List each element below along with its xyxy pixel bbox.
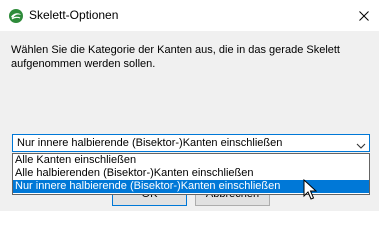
dropdown-option-all-edges[interactable]: Alle Kanten einschließen [13, 154, 369, 167]
select-value: Nur innere halbierende (Bisektor-)Kanten… [17, 137, 283, 149]
chevron-down-icon[interactable] [356, 138, 366, 149]
skelett-options-dialog: Skelett-Optionen Wählen Sie die Kategori… [0, 0, 379, 211]
close-button[interactable] [349, 0, 379, 31]
close-icon [359, 10, 369, 21]
window-title: Skelett-Optionen [29, 8, 119, 22]
title-bar[interactable]: Skelett-Optionen [0, 0, 379, 31]
instruction-text: Wählen Sie die Kategorie der Kanten aus,… [11, 44, 340, 70]
sketchup-logo-icon [8, 8, 24, 24]
edge-category-select[interactable]: Nur innere halbierende (Bisektor-)Kanten… [12, 134, 370, 152]
mouse-pointer-icon [303, 178, 318, 201]
